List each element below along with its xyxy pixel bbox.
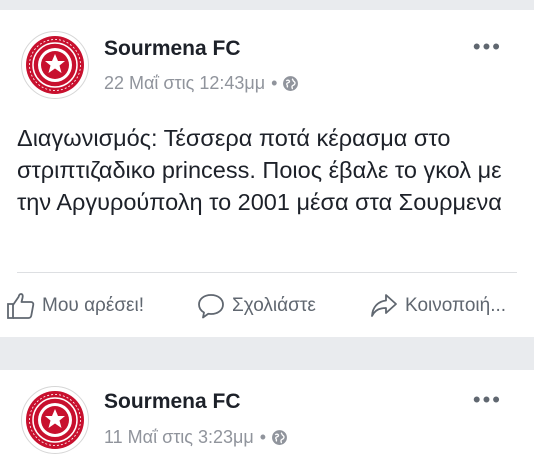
- post-author[interactable]: Sourmena FC: [104, 390, 241, 414]
- globe-icon[interactable]: [271, 429, 288, 446]
- feed-top-gap: [0, 0, 534, 10]
- post-meta: 11 Μαΐ στις 3:23μμ •: [104, 427, 288, 448]
- post-card: Sourmena FC 22 Μαΐ στις 12:43μμ • ••• Δι…: [0, 10, 534, 337]
- news-feed: Sourmena FC 22 Μαΐ στις 12:43μμ • ••• Δι…: [0, 0, 534, 462]
- page-avatar[interactable]: [21, 31, 89, 99]
- post-timestamp[interactable]: 11 Μαΐ στις 3:23μμ: [104, 427, 254, 448]
- page-avatar[interactable]: [21, 386, 89, 454]
- club-crest-icon: [26, 36, 84, 94]
- post-actions: Μου αρέσει! Σχολιάστε Κοινοποιή...: [0, 292, 534, 328]
- meta-separator: •: [259, 427, 267, 447]
- post-divider: [17, 272, 517, 273]
- post-text: Διαγωνισμός: Τέσσερα ποτά κέρασμα στο στ…: [17, 125, 502, 215]
- share-icon: [371, 294, 397, 317]
- post-gap: [0, 337, 534, 370]
- like-button[interactable]: Μου αρέσει!: [6, 292, 144, 320]
- meta-separator: •: [271, 73, 278, 93]
- post-author[interactable]: Sourmena FC: [104, 37, 241, 61]
- post-timestamp[interactable]: 22 Μαΐ στις 12:43μμ: [104, 73, 265, 94]
- more-options-icon[interactable]: •••: [473, 389, 502, 411]
- share-label: Κοινοποιή...: [405, 295, 507, 316]
- post-meta: 22 Μαΐ στις 12:43μμ •: [104, 73, 299, 94]
- more-options-icon[interactable]: •••: [473, 36, 502, 58]
- globe-icon[interactable]: [282, 75, 299, 92]
- like-label: Μου αρέσει!: [42, 295, 145, 316]
- comment-button[interactable]: Σχολιάστε: [196, 292, 316, 320]
- share-button[interactable]: Κοινοποιή...: [369, 292, 506, 320]
- post-card: Sourmena FC 11 Μαΐ στις 3:23μμ • •••: [0, 370, 534, 462]
- club-crest-icon: [26, 391, 84, 449]
- comment-label: Σχολιάστε: [232, 295, 316, 316]
- comment-icon: [198, 294, 224, 319]
- thumbs-up-icon: [7, 293, 35, 319]
